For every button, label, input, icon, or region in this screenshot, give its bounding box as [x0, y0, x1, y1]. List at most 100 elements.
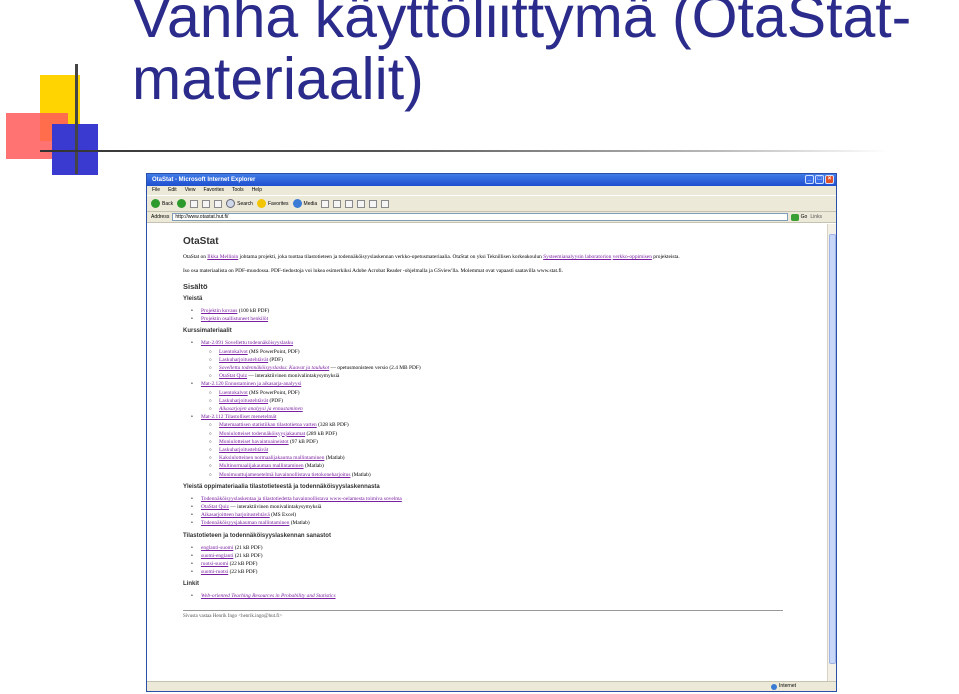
course-item: Mat-2.120 Ennustaminen ja aikasarja-anal… [191, 380, 828, 413]
section-kurssimateriaalit-heading: Kurssimateriaalit [183, 328, 232, 335]
link-projektin-kuvaus[interactable]: Projektin kuvaus [201, 308, 237, 314]
link-suomi-englanti[interactable]: suomi-englanti [201, 553, 233, 559]
status-bar: Internet [147, 681, 836, 691]
link-web-teaching-resources[interactable]: Web-oriented Teaching Resources in Proba… [201, 593, 336, 599]
link-course-2120[interactable]: Mat-2.120 Ennustaminen ja aikasarja-anal… [201, 381, 301, 387]
mail-icon[interactable] [333, 199, 342, 208]
link-systeemianalyysi[interactable]: Systeemianalyysin laboratorion [543, 254, 611, 260]
menu-tools[interactable]: Tools [232, 186, 244, 195]
status-zone-label: Internet [779, 683, 796, 689]
browser-title: OtaStat - Microsoft Internet Explorer [152, 177, 256, 183]
item-note: (21 kB PDF) [233, 552, 263, 559]
list-item: Aikasarjojen analyysi ja ennustaminen [209, 405, 828, 413]
media-button[interactable]: Media [292, 199, 318, 208]
link-otastat-quiz[interactable]: OtaStat Quiz [201, 504, 229, 510]
link-osallistuneet[interactable]: Projektin osallistuneet henkilöt [201, 316, 268, 322]
media-label: Media [303, 200, 318, 207]
link-suomi-ruotsi[interactable]: suomi-ruotsi [201, 569, 228, 575]
link-material[interactable]: Moniulotteiset havaintoaineistot [219, 439, 289, 445]
vertical-scrollbar[interactable] [827, 224, 836, 683]
decor-vertical-line [75, 64, 78, 174]
menu-favorites[interactable]: Favorites [203, 186, 224, 195]
item-note: — interaktiivinen monivalintakysymyksiä [247, 373, 340, 380]
link-material[interactable]: Monimuuttujamenetelmä havainnollistava t… [219, 472, 350, 478]
item-note: — opetusmonisteen versio (2.4 MB PDF) [329, 365, 421, 372]
page-footer: Sivusta vastaa Henrik Ingo <henrik.ingo@… [183, 613, 283, 619]
link-laskuharjoitukset[interactable]: Laskuharjoitustehtävät [219, 357, 268, 363]
link-ruotsi-suomi[interactable]: ruotsi-suomi [201, 561, 228, 567]
section-sanastot-heading: Tilastotieteen ja todennäköisyyslaskenna… [183, 532, 331, 539]
menu-view[interactable]: View [185, 186, 196, 195]
search-button[interactable]: Search [226, 199, 253, 208]
link-aikasarjat[interactable]: Aikasarjojen analyysi ja ennustaminen [219, 406, 303, 412]
menu-file[interactable]: File [152, 186, 160, 195]
title-underline [40, 150, 890, 152]
list-item: Laskuharjoitustehtävät (PDF) [209, 397, 828, 405]
link-verkko-oppiminen[interactable]: verkko-oppimisen [613, 254, 652, 260]
course-item: Mat-2.112 Tilastolliset menetelmät Matem… [191, 413, 828, 479]
globe-icon [771, 683, 778, 690]
go-button[interactable]: Go [790, 213, 807, 221]
link-luentokalvot[interactable]: Luentokalvot [219, 349, 248, 355]
link-course-2091[interactable]: Mat-2.091 Sovellettu todennäköisyyslasku [201, 340, 293, 346]
close-button[interactable]: × [825, 175, 834, 184]
forward-arrow-icon[interactable] [177, 199, 187, 208]
browser-window: OtaStat - Microsoft Internet Explorer _ … [146, 173, 837, 692]
link-jakauma-mallintaminen[interactable]: Todennäköisyysjakauman mallintaminen [201, 520, 289, 526]
link-harjoitustehtava[interactable]: Aikasarjoitteen harjoitustehtävä [201, 512, 270, 518]
refresh-icon[interactable] [202, 199, 211, 208]
link-ilkka-mellin[interactable]: Ilkka Mellinin [207, 254, 238, 260]
link-kaavat-taulukot[interactable]: Sovellettu todennäköisyyslasku: Kaavat j… [219, 365, 329, 371]
address-input[interactable]: http://www.otastat.hut.fi/ [172, 213, 788, 221]
pdf-paragraph: Iso osa materiaalista on PDF-muodossa. P… [183, 268, 563, 274]
messenger-icon[interactable] [381, 199, 390, 208]
scrollbar-thumb[interactable] [829, 234, 836, 664]
section-linkit-heading: Linkit [183, 581, 199, 588]
item-note: (MS PowerPoint, PDF) [247, 348, 300, 355]
list-item: Kaksiulotteinen normaalijakauma mallinta… [209, 454, 828, 462]
list-item: Monimuuttujamenetelmä havainnollistava t… [209, 471, 828, 479]
list-item: Moniulotteiset todennäköisyysjakaumat (2… [209, 430, 828, 438]
maximize-button[interactable]: □ [815, 175, 824, 184]
link-material[interactable]: Matemaattisen statistiikan tilastotietoa… [219, 422, 317, 428]
item-note: (100 kB PDF) [237, 308, 270, 314]
search-label: Search [237, 200, 253, 207]
menu-help[interactable]: Help [252, 186, 262, 195]
list-item: Web-oriented Teaching Resources in Proba… [191, 592, 828, 600]
link-material[interactable]: Kaksiulotteinen normaalijakauma mallinta… [219, 455, 324, 461]
stop-icon[interactable] [190, 199, 199, 208]
link-course-2112[interactable]: Mat-2.112 Tilastolliset menetelmät [201, 414, 276, 420]
list-item: Todennäköisyysjakauman mallintaminen (Ma… [191, 519, 828, 527]
link-englanti-suomi[interactable]: englanti-suomi [201, 545, 233, 551]
link-material[interactable]: Multinormaalijakauman mallintaminen [219, 463, 304, 469]
print-icon[interactable] [345, 199, 354, 208]
back-button[interactable]: Back [151, 199, 173, 208]
link-material[interactable]: Laskuharjoitustehtävät [219, 447, 268, 453]
favorites-button[interactable]: Favorites [256, 199, 289, 208]
item-note: (21 kB PDF) [233, 544, 263, 551]
links-button[interactable]: Links [810, 214, 822, 220]
menu-edit[interactable]: Edit [168, 186, 177, 195]
item-note: (Matlab) [289, 520, 310, 527]
intro-text: projekteista. [651, 254, 680, 260]
link-luentokalvot[interactable]: Luentokalvot [219, 390, 248, 396]
list-item: Multinormaalijakauman mallintaminen (Mat… [209, 462, 828, 470]
sanastot-list: englanti-suomi (21 kB PDF) suomi-englant… [183, 544, 828, 577]
link-sovelma[interactable]: Todennäköisyyslaskentaa ja tilastotiedet… [201, 496, 402, 502]
link-otastat-quiz[interactable]: OtaStat Quiz [219, 373, 247, 379]
home-icon[interactable] [214, 199, 223, 208]
item-note: (97 kB PDF) [288, 438, 318, 445]
link-laskuharjoitukset[interactable]: Laskuharjoitustehtävät [219, 398, 268, 404]
search-icon [226, 199, 236, 208]
address-label: Address [151, 214, 170, 220]
list-item: Todennäköisyyslaskentaa ja tilastotiedet… [191, 495, 828, 503]
list-item: OtaStat Quiz — interaktiivinen monivalin… [191, 503, 828, 511]
minimize-button[interactable]: _ [805, 175, 814, 184]
folder-icon[interactable] [369, 199, 378, 208]
footer-divider [183, 609, 783, 611]
edit-icon[interactable] [357, 199, 366, 208]
history-icon[interactable] [321, 199, 330, 208]
go-arrow-icon [790, 213, 799, 221]
link-material[interactable]: Moniulotteiset todennäköisyysjakaumat [219, 431, 305, 437]
list-item: Projektin kuvaus (100 kB PDF) [191, 307, 828, 315]
